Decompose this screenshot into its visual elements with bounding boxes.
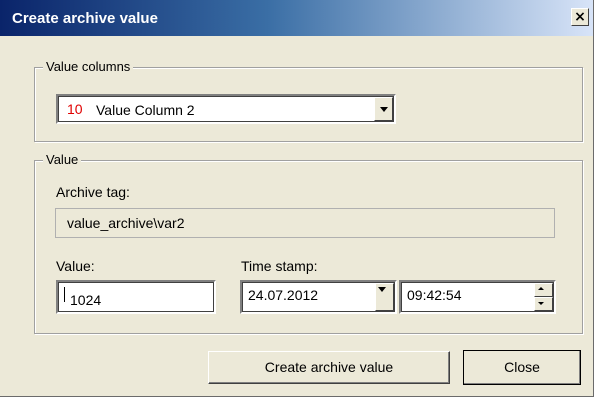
timestamp-label: Time stamp: xyxy=(241,258,318,274)
archive-tag-field: value_archive\var2 xyxy=(55,208,555,238)
value-input-text: 1024 xyxy=(70,292,102,308)
archive-tag-label: Archive tag: xyxy=(56,184,130,200)
time-spin-down-button[interactable] xyxy=(534,297,553,311)
date-dropdown-button[interactable] xyxy=(375,283,394,311)
archive-tag-value: value_archive\var2 xyxy=(67,215,185,231)
title-bar[interactable]: Create archive value × xyxy=(0,0,593,36)
value-columns-legend: Value columns xyxy=(43,59,134,74)
value-column-number: 10 xyxy=(67,101,83,117)
close-button[interactable]: Close xyxy=(463,350,581,385)
time-value: 09:42:54 xyxy=(407,287,462,303)
close-window-button[interactable]: × xyxy=(571,8,589,26)
close-icon: × xyxy=(574,9,586,25)
value-column-dropdown-button[interactable] xyxy=(374,97,393,121)
date-value: 24.07.2012 xyxy=(248,287,319,303)
time-picker[interactable]: 09:42:54 xyxy=(399,280,556,314)
text-cursor xyxy=(64,287,65,302)
window-title: Create archive value xyxy=(12,10,158,27)
value-column-select[interactable]: 10 Value Column 2 xyxy=(56,94,396,124)
chevron-down-icon xyxy=(378,287,386,292)
spin-up-icon xyxy=(538,287,544,290)
date-picker[interactable]: 24.07.2012 xyxy=(240,280,397,314)
value-input[interactable]: 1024 xyxy=(56,280,216,314)
value-legend: Value xyxy=(43,152,82,167)
value-column-label: Value Column 2 xyxy=(96,102,195,118)
spin-down-icon xyxy=(538,302,544,305)
chevron-down-icon xyxy=(379,107,388,112)
time-spin-up-button[interactable] xyxy=(534,283,553,297)
create-archive-value-button[interactable]: Create archive value xyxy=(208,351,450,384)
value-label: Value: xyxy=(56,258,95,274)
create-archive-value-dialog: Create archive value × Value columns 10 … xyxy=(0,0,594,397)
